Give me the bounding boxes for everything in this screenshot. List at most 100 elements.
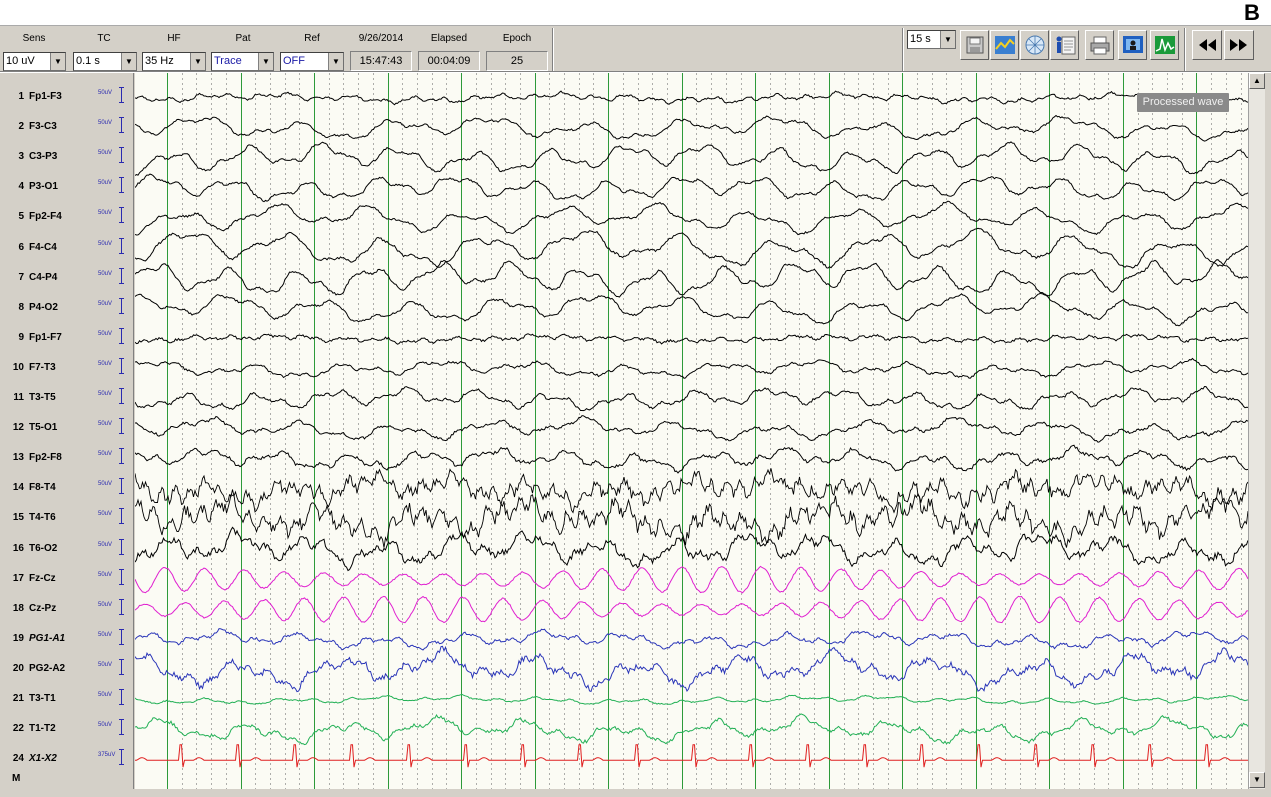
channel-trace: [135, 713, 1248, 746]
channel-scale: 50uV: [98, 391, 113, 397]
spectrum-button[interactable]: [1150, 30, 1179, 60]
channel-trace: [135, 565, 1248, 594]
channel-row[interactable]: 9 Fp1-F7 50uV: [0, 324, 134, 354]
channel-number: 7: [18, 271, 24, 283]
rewind-button[interactable]: [1192, 30, 1222, 60]
channel-row[interactable]: 14 F8-T4 50uV: [0, 474, 134, 504]
channel-number: 8: [18, 301, 24, 313]
channel-row[interactable]: 2 F3-C3 50uV: [0, 113, 134, 143]
channel-row[interactable]: 5 Fp2-F4 50uV: [0, 203, 134, 233]
hf-select[interactable]: 35 Hz ▼: [142, 52, 206, 71]
date-label: 9/26/2014: [358, 33, 404, 44]
scale-bar-icon: [119, 598, 124, 615]
channel-row[interactable]: 3 C3-P3 50uV: [0, 143, 134, 173]
chevron-down-icon[interactable]: ▼: [940, 31, 955, 48]
channel-row[interactable]: 22 T1-T2 50uV: [0, 715, 134, 745]
channel-row[interactable]: 19 PG1-A1 50uV: [0, 625, 134, 655]
scale-bar-icon: [119, 658, 124, 675]
scale-bar-icon: [119, 628, 124, 645]
channel-row[interactable]: 10 F7-T3 50uV: [0, 354, 134, 384]
channel-row[interactable]: 16 T6-O2 50uV: [0, 535, 134, 565]
video-button[interactable]: [1118, 30, 1147, 60]
channel-scale: 50uV: [98, 240, 113, 247]
eeg-chart-area: 1 Fp1-F3 50uV 2 F3-C3 50uV 3 C3-P3 50uV 4 P3-O1 50u…: [0, 73, 1271, 797]
channel-name: Fp2-F4: [29, 211, 62, 223]
save-button[interactable]: [960, 30, 989, 60]
channel-row[interactable]: 1 Fp1-F3 50uV: [0, 83, 134, 113]
time-readout: 15:47:43: [350, 51, 412, 71]
sens-label: Sens: [22, 33, 46, 44]
trace-area[interactable]: [135, 73, 1248, 789]
channel-name: X1-X2: [29, 753, 57, 765]
channel-name: T4-T6: [29, 512, 56, 524]
scale-bar-icon: [119, 297, 124, 314]
channel-scale: 50uV: [98, 511, 113, 518]
channel-number: 12: [12, 422, 24, 434]
edit-wave-button[interactable]: [990, 30, 1019, 60]
channel-row[interactable]: 18 Cz-Pz 50uV: [0, 595, 134, 625]
timebase-select[interactable]: 15 s ▼: [907, 30, 956, 49]
ref-select[interactable]: OFF ▼: [280, 52, 344, 71]
patient-info-button[interactable]: [1050, 30, 1079, 60]
chevron-down-icon[interactable]: ▼: [328, 53, 343, 70]
channel-row[interactable]: 20 PG2-A2 50uV: [0, 655, 134, 685]
channel-trace: [135, 291, 1248, 327]
epoch-label: Epoch: [502, 33, 532, 44]
scale-bar-icon: [119, 117, 124, 134]
channel-row[interactable]: 7 C4-P4 50uV: [0, 264, 134, 294]
channel-row[interactable]: 21 T3-T1 50uV: [0, 685, 134, 715]
channel-number: 10: [12, 361, 24, 373]
chevron-down-icon[interactable]: ▼: [121, 53, 136, 70]
channel-scale: 50uV: [98, 631, 113, 638]
channel-trace: [135, 141, 1248, 176]
pat-label: Pat: [235, 33, 251, 44]
elapsed-group: Elapsed 00:04:09: [416, 26, 482, 73]
chevron-down-icon[interactable]: ▼: [190, 53, 205, 70]
channel-scale: 50uV: [98, 541, 113, 548]
channel-row[interactable]: 12 T5-O1 50uV: [0, 414, 134, 444]
channel-row[interactable]: 17 Fz-Cz 50uV: [0, 565, 134, 595]
scale-bar-icon: [119, 418, 124, 435]
processed-wave-button[interactable]: Processed wave: [1137, 93, 1229, 112]
channel-number: 20: [12, 662, 24, 674]
channel-trace: [135, 259, 1248, 298]
tc-group: TC 0.1 s ▼: [70, 26, 138, 73]
tc-select[interactable]: 0.1 s ▼: [73, 52, 137, 71]
channel-row[interactable]: 8 P4-O2 50uV: [0, 294, 134, 324]
sens-group: Sens 10 uV ▼: [0, 26, 68, 73]
chevron-down-icon[interactable]: ▼: [258, 53, 273, 70]
chevron-down-icon[interactable]: ▼: [50, 53, 65, 70]
fast-forward-button[interactable]: [1224, 30, 1254, 60]
channel-number: 1: [18, 91, 24, 102]
print-button[interactable]: [1085, 30, 1114, 60]
channel-row[interactable]: 15 T4-T6 50uV: [0, 504, 134, 534]
channel-name: Fp1-F7: [29, 331, 62, 343]
pat-select[interactable]: Trace ▼: [211, 52, 274, 71]
scroll-up-icon[interactable]: ▲: [1249, 73, 1265, 89]
sens-select[interactable]: 10 uV ▼: [3, 52, 66, 71]
channel-scale: 50uV: [98, 180, 113, 187]
channel-name: F3-C3: [29, 121, 57, 133]
channel-name: Fz-Cz: [29, 572, 56, 584]
channel-number: 4: [18, 181, 24, 193]
channel-name: PG1-A1: [29, 632, 66, 644]
fast-forward-icon: [1230, 39, 1247, 51]
channel-scale: 50uV: [98, 481, 113, 488]
date-group: 9/26/2014 15:47:43: [348, 26, 414, 73]
channel-row[interactable]: 13 Fp2-F8 50uV: [0, 444, 134, 474]
scroll-down-icon[interactable]: ▼: [1249, 772, 1265, 788]
scale-bar-icon: [119, 689, 124, 705]
channel-row[interactable]: 11 T3-T5 50uV: [0, 384, 134, 414]
channel-row[interactable]: 4 P3-O1 50uV: [0, 173, 134, 203]
vertical-scrollbar[interactable]: ▲ ▼: [1248, 73, 1265, 789]
channel-scale: 50uV: [98, 270, 113, 277]
channel-row[interactable]: 24 X1-X2 375uV: [0, 745, 134, 775]
montage-grid-button[interactable]: [1020, 30, 1049, 60]
scale-bar-icon: [119, 508, 124, 525]
channel-name: T1-T2: [29, 723, 56, 735]
tc-label: TC: [97, 33, 111, 44]
scale-bar-icon: [119, 147, 124, 164]
channel-scale: 50uV: [98, 451, 113, 458]
channel-row[interactable]: 6 F4-C4 50uV: [0, 234, 134, 264]
channel-scale: 50uV: [98, 722, 113, 729]
